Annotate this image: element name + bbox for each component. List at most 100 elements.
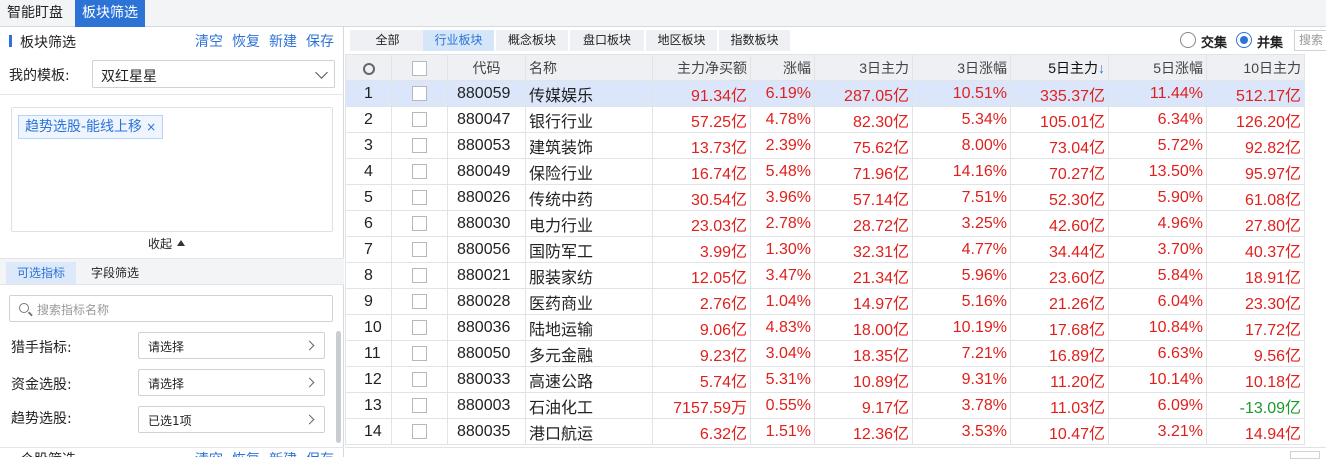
search-icon — [19, 303, 29, 313]
checkbox-icon — [412, 137, 427, 153]
trend-select[interactable]: 已选1项 — [138, 406, 325, 433]
table-search-input[interactable]: 搜索 — [1294, 30, 1326, 51]
row-checkbox[interactable] — [391, 158, 448, 185]
row-checkbox[interactable] — [391, 366, 448, 393]
table-row[interactable]: 11 880050 多元金融 9.23亿 3.04% 18.35亿 7.21% 16.89亿 6… — [345, 340, 1305, 367]
stock-new-button[interactable]: 新建 — [269, 452, 297, 457]
hunter-indicator-select[interactable]: 请选择 — [138, 332, 325, 359]
cell-10d-main: 23.30亿 — [1206, 288, 1305, 315]
horizontal-scrollbar[interactable] — [1290, 451, 1320, 459]
row-checkbox[interactable] — [391, 314, 448, 341]
cell-3d-change: 8.00% — [912, 132, 1011, 159]
table-row[interactable]: 5 880026 传统中药 30.54亿 3.96% 57.14亿 7.51% 52.30亿 5… — [345, 184, 1305, 211]
row-checkbox[interactable] — [391, 106, 448, 133]
template-select[interactable]: 双红星星 — [92, 60, 335, 88]
indicator-search-input[interactable]: 搜索指标名称 — [9, 295, 333, 322]
restore-button[interactable]: 恢复 — [232, 34, 260, 50]
row-checkbox[interactable] — [391, 392, 448, 419]
table-row[interactable]: 4 880049 保险行业 16.74亿 5.48% 71.96亿 14.16% 70.27亿… — [345, 158, 1305, 185]
tab-smart-watch[interactable]: 智能盯盘 — [0, 0, 70, 27]
table-row[interactable]: 6 880030 电力行业 23.03亿 2.78% 28.72亿 3.25% 42.60亿 4… — [345, 210, 1305, 237]
cell-5d-change: 6.63% — [1108, 340, 1207, 367]
indicator-tab-bar: 可选指标 字段筛选 — [0, 258, 344, 285]
table-row[interactable]: 14 880035 港口航运 6.32亿 1.51% 12.36亿 3.53% 10.47亿 3… — [345, 418, 1305, 445]
stock-restore-button[interactable]: 恢复 — [232, 452, 260, 457]
cell-net-buy: 2.76亿 — [652, 288, 751, 315]
row-checkbox[interactable] — [391, 184, 448, 211]
row-index: 4 — [345, 158, 392, 185]
checkbox-icon — [412, 371, 427, 387]
col-10d-main[interactable]: 10日主力 — [1206, 54, 1305, 81]
select-all-checkbox[interactable] — [391, 54, 448, 81]
tab-all[interactable]: 全部 — [350, 30, 425, 51]
cell-3d-main: 71.96亿 — [814, 158, 913, 185]
row-checkbox[interactable] — [391, 80, 448, 107]
table-row[interactable]: 2 880047 银行行业 57.25亿 4.78% 82.30亿 5.34% 105.01亿… — [345, 106, 1305, 133]
selected-conditions-box: 趋势选股-能线上移 × — [11, 107, 333, 232]
cell-net-buy: 13.73亿 — [652, 132, 751, 159]
cell-code: 880056 — [447, 236, 526, 263]
cell-5d-main: 105.01亿 — [1010, 106, 1109, 133]
row-checkbox[interactable] — [391, 418, 448, 445]
cell-5d-change: 5.72% — [1108, 132, 1207, 159]
row-checkbox[interactable] — [391, 210, 448, 237]
col-code[interactable]: 代码 — [447, 54, 526, 81]
cell-name: 港口航运 — [525, 418, 653, 445]
condition-tag[interactable]: 趋势选股-能线上移 × — [18, 115, 164, 139]
col-5d-change[interactable]: 5日涨幅 — [1108, 54, 1207, 81]
new-button[interactable]: 新建 — [269, 34, 297, 50]
stock-save-button[interactable]: 保存 — [306, 452, 334, 457]
tab-order-flow[interactable]: 盘口板块 — [570, 30, 644, 51]
filter-panel: 板块筛选 清空 恢复 新建 保存 我的模板: 双红星星 趋势选股-能线上移 × 收起 可… — [0, 27, 344, 457]
tab-region[interactable]: 地区板块 — [646, 30, 717, 51]
cell-10d-main: 18.91亿 — [1206, 262, 1305, 289]
tab-index[interactable]: 指数板块 — [719, 30, 790, 51]
row-checkbox[interactable] — [391, 236, 448, 263]
tab-sector-filter[interactable]: 板块筛选 — [75, 0, 145, 27]
col-3d-main[interactable]: 3日主力 — [814, 54, 913, 81]
table-row[interactable]: 9 880028 医药商业 2.76亿 1.04% 14.97亿 5.16% 21.26亿 6.… — [345, 288, 1305, 315]
cell-change: 2.78% — [750, 210, 815, 237]
tab-concept[interactable]: 概念板块 — [496, 30, 568, 51]
tab-field-filter[interactable]: 字段筛选 — [80, 262, 150, 284]
table-row[interactable]: 12 880033 高速公路 5.74亿 5.31% 10.89亿 9.31% 11.20亿 1… — [345, 366, 1305, 393]
table-row[interactable]: 8 880021 服装家纺 12.05亿 3.47% 21.34亿 5.96% 23.60亿 5… — [345, 262, 1305, 289]
union-radio[interactable] — [1236, 32, 1252, 48]
tab-industry[interactable]: 行业板块 — [423, 30, 494, 51]
cell-net-buy: 91.34亿 — [652, 80, 751, 107]
table-row[interactable]: 3 880053 建筑装饰 13.73亿 2.39% 75.62亿 8.00% 73.04亿 5… — [345, 132, 1305, 159]
table-row[interactable]: 1 880059 传媒娱乐 91.34亿 6.19% 287.05亿 10.51% 335.3… — [345, 80, 1305, 107]
col-net-buy[interactable]: 主力净买额 — [652, 54, 751, 81]
cell-3d-change: 4.77% — [912, 236, 1011, 263]
clear-button[interactable]: 清空 — [195, 34, 223, 50]
row-checkbox[interactable] — [391, 132, 448, 159]
save-button[interactable]: 保存 — [306, 34, 334, 50]
table-row[interactable]: 10 880036 陆地运输 9.06亿 4.83% 18.00亿 10.19% 17.68亿… — [345, 314, 1305, 341]
row-checkbox[interactable] — [391, 262, 448, 289]
union-label: 并集 — [1257, 36, 1284, 51]
cell-10d-main: 14.94亿 — [1206, 418, 1305, 445]
col-5d-main[interactable]: 5日主力↓ — [1010, 54, 1109, 81]
cell-3d-change: 7.51% — [912, 184, 1011, 211]
stock-clear-button[interactable]: 清空 — [195, 452, 223, 457]
collapse-toggle[interactable]: 收起 — [148, 235, 186, 252]
row-index: 8 — [345, 262, 392, 289]
capital-select[interactable]: 请选择 — [138, 369, 325, 396]
column-settings[interactable] — [345, 54, 392, 81]
intersection-radio[interactable] — [1180, 32, 1196, 48]
close-icon[interactable]: × — [146, 120, 156, 134]
table-row[interactable]: 7 880056 国防军工 3.99亿 1.30% 32.31亿 4.77% 34.44亿 3.… — [345, 236, 1305, 263]
row-checkbox[interactable] — [391, 340, 448, 367]
col-name[interactable]: 名称 — [525, 54, 653, 81]
left-scrollbar[interactable] — [336, 331, 341, 443]
cell-10d-main: 512.17亿 — [1206, 80, 1305, 107]
col-3d-change[interactable]: 3日涨幅 — [912, 54, 1011, 81]
stock-filter-header: 个股筛选 清空 恢复 新建 保存 — [0, 447, 344, 457]
row-checkbox[interactable] — [391, 288, 448, 315]
tab-optional-indicators[interactable]: 可选指标 — [6, 262, 77, 284]
cell-net-buy: 6.32亿 — [652, 418, 751, 445]
cell-code: 880026 — [447, 184, 526, 211]
table-row[interactable]: 13 880003 石油化工 7157.59万 0.55% 9.17亿 3.78% 11.03… — [345, 392, 1305, 419]
cell-5d-main: 42.60亿 — [1010, 210, 1109, 237]
col-change[interactable]: 涨幅 — [750, 54, 815, 81]
